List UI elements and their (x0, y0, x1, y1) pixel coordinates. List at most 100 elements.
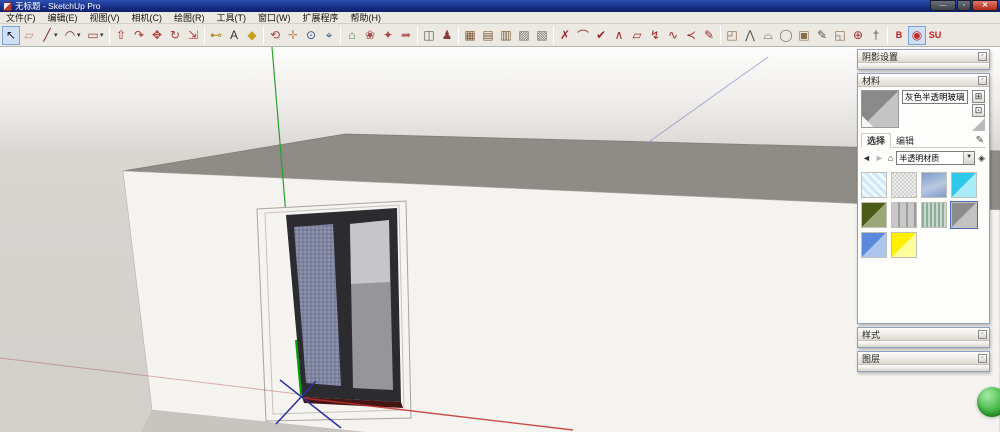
minimize-button[interactable]: — (930, 0, 956, 11)
sphere-tool-button[interactable]: ◯ (777, 26, 795, 45)
move-tool-button[interactable]: ✥ (148, 26, 166, 45)
pan-tool-button[interactable]: ✛ (284, 26, 302, 45)
material-name-input[interactable] (902, 90, 968, 104)
text-label-tool-button[interactable]: A (225, 26, 243, 45)
close-button[interactable]: ✕ (972, 0, 998, 11)
zoom-tool-button[interactable]: ⊙ (302, 26, 320, 45)
select-tool-button[interactable]: ↖ (2, 25, 20, 45)
menu-item-6[interactable]: 窗口(W) (252, 12, 297, 24)
material-preview-thumbnail[interactable] (861, 90, 899, 128)
shadow-settings-rollup-button[interactable]: ▫ (978, 51, 987, 61)
curve-tool-1-button[interactable]: ✗ (556, 26, 574, 45)
styles-browser-button[interactable]: ✦ (379, 26, 397, 45)
material-swatch-translucent-blue[interactable] (861, 232, 887, 258)
eyedropper-icon[interactable]: ✎ (974, 135, 986, 146)
3d-viewport[interactable]: 阴影设置 ▫ 材料 ▫ ⊞ (0, 47, 1000, 432)
curve-tool-3-button[interactable]: ✔ (592, 26, 610, 45)
eraser-tool-button[interactable]: ▱ (20, 26, 38, 45)
default-material-button[interactable]: ⊡ (972, 104, 985, 117)
scale-tool-button[interactable]: ⇲ (184, 26, 202, 45)
dome-tool-button[interactable]: ⌓ (759, 26, 777, 45)
window-title: 无标题 - SketchUp Pro (15, 1, 101, 11)
layers-rollup-button[interactable]: ▫ (978, 353, 987, 363)
menu-item-4[interactable]: 绘图(R) (168, 12, 211, 24)
chevron-down-icon[interactable]: ▼ (963, 152, 975, 164)
menu-item-3[interactable]: 相机(C) (126, 12, 169, 24)
sketch-pencil-tool-button[interactable]: ✎ (700, 26, 718, 45)
intersect-tool-button[interactable]: ⋀ (741, 26, 759, 45)
details-button[interactable]: ◈ (977, 153, 986, 164)
material-swatch-translucent-frosted-white[interactable] (891, 172, 917, 198)
edit-solid-tool-button[interactable]: ✎ (813, 26, 831, 45)
tab-edit[interactable]: 编辑 (891, 134, 919, 147)
material-swatch-translucent-checker-blue[interactable] (861, 172, 887, 198)
menu-item-7[interactable]: 扩展程序 (297, 12, 345, 24)
orbit-tool-button[interactable]: ⟲ (266, 26, 284, 45)
menu-item-2[interactable]: 视图(V) (84, 12, 126, 24)
paint-bucket-tool-button[interactable]: ◆ (243, 26, 261, 45)
spline-tool-button[interactable]: ≺ (682, 26, 700, 45)
tab-select[interactable]: 选择 (861, 133, 892, 148)
components-browser-button[interactable]: ❀ (361, 26, 379, 45)
knife-tool-button[interactable]: † (867, 26, 885, 45)
styles-collapsed-body (858, 341, 989, 347)
shadow-settings-header[interactable]: 阴影设置 ▫ (858, 50, 989, 63)
zoom-extents-tool-button[interactable]: ⌖ (320, 26, 338, 45)
styles-rollup-button[interactable]: ▫ (978, 329, 987, 339)
share-model-button[interactable]: ➦ (397, 26, 415, 45)
plugin-swirl-button-button[interactable]: ◉ (908, 25, 926, 45)
materials-nav: ◄ ► ⌂ 半透明材质 ▼ ◈ (861, 150, 986, 166)
curve-tool-2-button[interactable]: ⌒ (574, 26, 592, 45)
zigzag-tool-button[interactable]: ↯ (646, 26, 664, 45)
back-button[interactable]: ◄ (861, 153, 872, 163)
menu-item-8[interactable]: 帮助(H) (345, 12, 388, 24)
layers-header[interactable]: 图层 ▫ (858, 352, 989, 365)
tape-measure-tool-button[interactable]: ⊷ (207, 26, 225, 45)
union-tool-button[interactable]: ▣ (795, 26, 813, 45)
materials-header[interactable]: 材料 ▫ (858, 74, 989, 87)
fence-tool-2-button[interactable]: ▤ (479, 26, 497, 45)
material-swatch-translucent-water-blue[interactable] (921, 172, 947, 198)
arc-tool-dropdown-caret[interactable]: ▾ (77, 31, 84, 39)
freehand-curve-tool-button[interactable]: ∿ (664, 26, 682, 45)
rectangle-tool-dropdown-caret[interactable]: ▾ (100, 31, 107, 39)
material-swatch-translucent-olive-green[interactable] (861, 202, 887, 228)
sketchup-pro-badge-button[interactable]: SU (926, 26, 944, 45)
line-tool-dropdown-caret[interactable]: ▾ (54, 31, 61, 39)
shadow-settings-panel: 阴影设置 ▫ (857, 49, 990, 70)
section-plane-tool-button[interactable]: ◫ (420, 26, 438, 45)
material-swatch-translucent-yellow[interactable] (891, 232, 917, 258)
maximize-button[interactable]: ▫ (957, 0, 971, 11)
material-swatch-translucent-green-stripes[interactable] (921, 202, 947, 228)
polygon-tool-button[interactable]: ▱ (628, 26, 646, 45)
in-model-home-button[interactable]: ⌂ (887, 153, 894, 163)
model-library-button[interactable]: ⌂ (343, 26, 361, 45)
forward-button[interactable]: ► (874, 153, 885, 163)
plugin-b-button-button[interactable]: B (890, 26, 908, 45)
app-icon (3, 1, 12, 11)
layer-stack-1-button[interactable]: ▨ (515, 26, 533, 45)
push-pull-tool-button[interactable]: ⇧ (112, 26, 130, 45)
rotate-tool-button[interactable]: ↻ (166, 26, 184, 45)
follow-me-tool-button[interactable]: ↷ (130, 26, 148, 45)
shadow-settings-title: 阴影设置 (862, 51, 899, 62)
default-material-swatch (972, 118, 985, 131)
material-swatch-translucent-gray-glass[interactable] (950, 201, 978, 229)
styles-header[interactable]: 样式 ▫ (858, 328, 989, 341)
collection-dropdown[interactable]: 半透明材质 ▼ (896, 151, 976, 165)
layer-stack-2-button[interactable]: ▧ (533, 26, 551, 45)
fence-tool-3-button[interactable]: ▥ (497, 26, 515, 45)
menu-item-5[interactable]: 工具(T) (211, 12, 253, 24)
outer-shell-tool-button[interactable]: ◰ (723, 26, 741, 45)
create-material-button[interactable]: ⊞ (972, 90, 985, 103)
material-swatch-translucent-gray-blocks[interactable] (891, 202, 917, 228)
fence-tool-1-button[interactable]: ▦ (461, 26, 479, 45)
material-swatch-translucent-cyan[interactable] (951, 172, 977, 198)
curve-tool-4-button[interactable]: ∧ (610, 26, 628, 45)
position-camera-tool-button[interactable]: ♟ (438, 26, 456, 45)
materials-rollup-button[interactable]: ▫ (978, 75, 987, 85)
menu-item-0[interactable]: 文件(F) (0, 12, 42, 24)
subtract-tool-button[interactable]: ◱ (831, 26, 849, 45)
menu-item-1[interactable]: 编辑(E) (42, 12, 84, 24)
axes-tool-button[interactable]: ⊕ (849, 26, 867, 45)
